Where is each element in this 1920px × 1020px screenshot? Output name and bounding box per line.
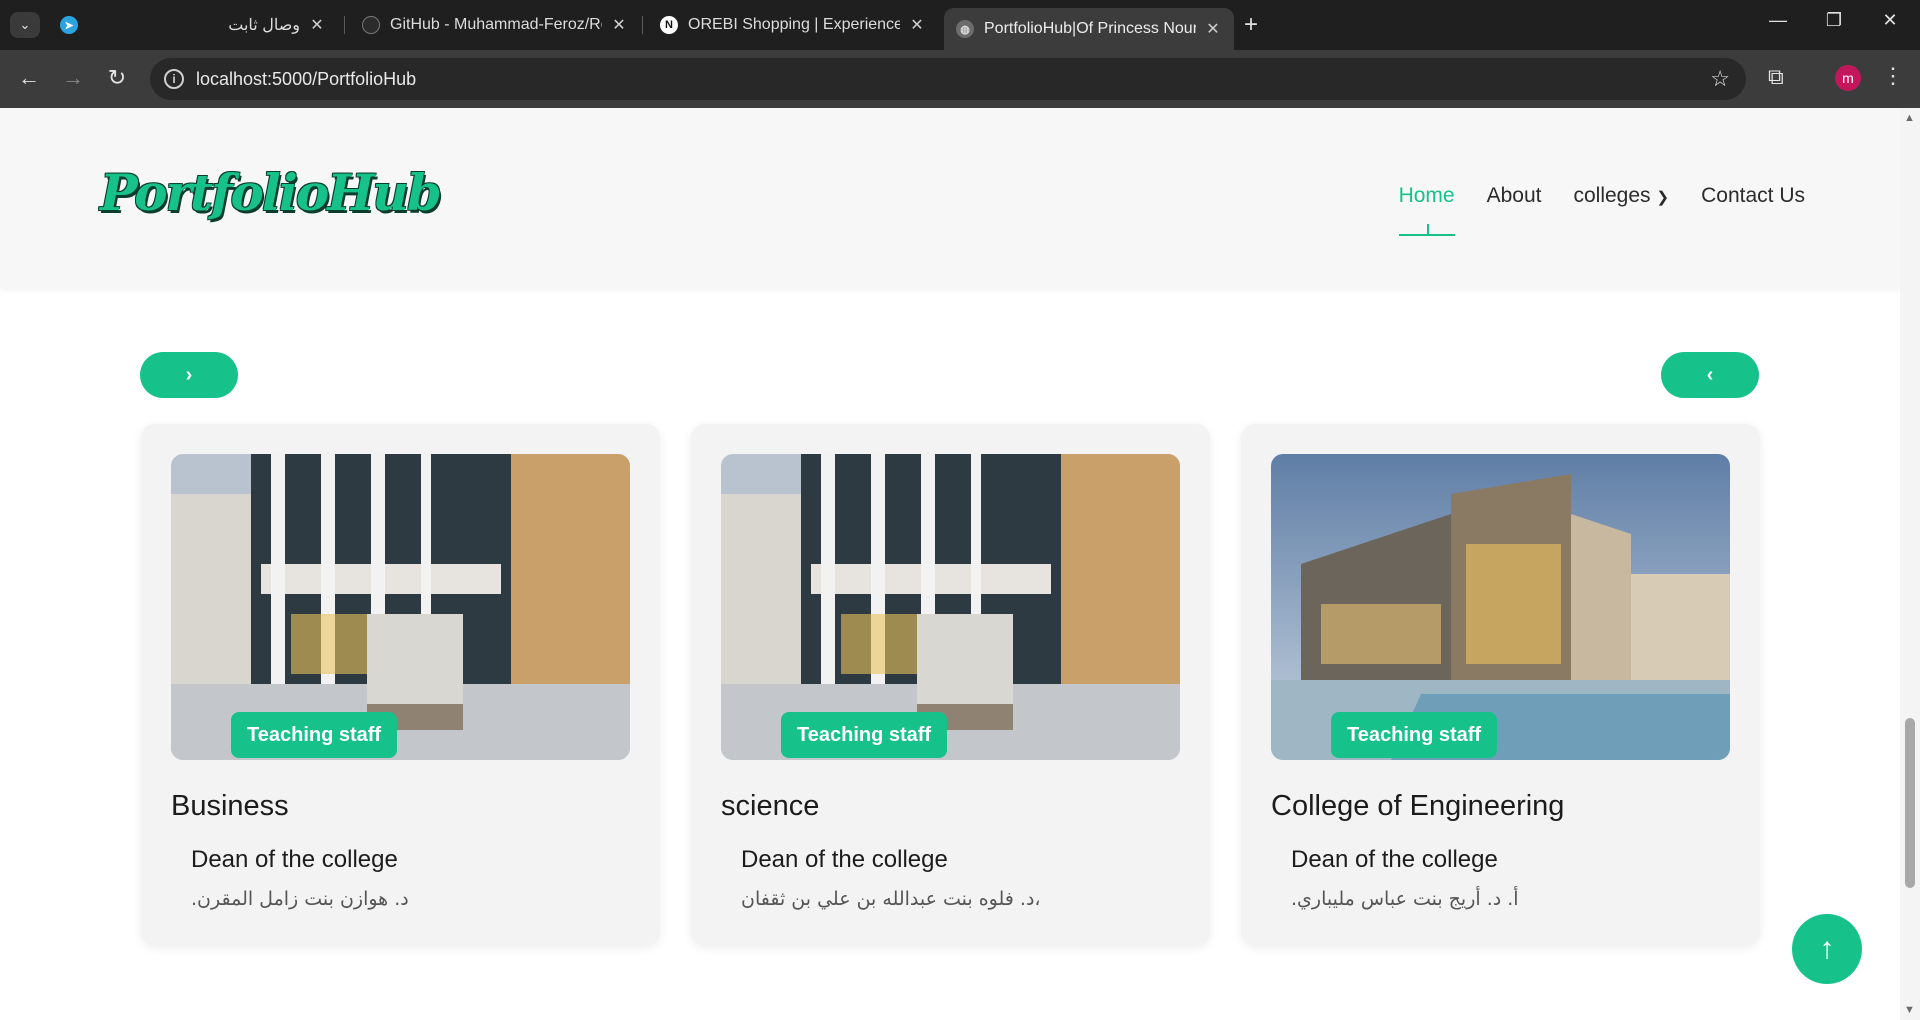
dean-name: .د. هوازن بنت زامل المقرن	[191, 888, 409, 910]
slider-prev-button[interactable]: ‹	[1661, 352, 1759, 398]
tab-orebi[interactable]: N OREBI Shopping | Experience th ✕	[648, 8, 938, 42]
tab-separator	[344, 16, 345, 34]
college-card[interactable]: Teaching staff College of Engineering De…	[1241, 424, 1760, 946]
nav-home[interactable]: Home	[1398, 184, 1455, 236]
main-nav: Home About colleges ❯ Contact Us	[1398, 184, 1805, 236]
site-logo[interactable]: PortfolioHub	[100, 163, 442, 222]
page-viewport: PortfolioHub Home About colleges ❯ Contac…	[0, 108, 1920, 1020]
college-building-image: Teaching staff	[1271, 454, 1730, 760]
teaching-staff-badge[interactable]: Teaching staff	[231, 712, 398, 758]
college-building-image: Teaching staff	[171, 454, 630, 760]
nav-contact[interactable]: Contact Us	[1701, 184, 1805, 208]
dean-label: Dean of the college	[1291, 846, 1498, 873]
chevron-down-icon: ❯	[1656, 189, 1670, 206]
page-scrollbar[interactable]: ▲ ▼	[1900, 108, 1920, 1020]
more-menu-icon[interactable]: ⋮	[1882, 63, 1904, 89]
tab-search-button[interactable]: ⌄	[10, 12, 40, 38]
profile-avatar[interactable]: m	[1835, 65, 1861, 91]
active-indicator-underline	[1398, 234, 1455, 236]
close-icon[interactable]: ✕	[908, 15, 926, 35]
dean-label: Dean of the college	[191, 846, 398, 873]
close-window-icon[interactable]: ✕	[1870, 10, 1910, 31]
site-header: PortfolioHub Home About colleges ❯ Contac…	[0, 108, 1900, 288]
scrollbar-thumb[interactable]	[1905, 718, 1915, 888]
scroll-up-arrow-icon[interactable]: ▲	[1904, 112, 1915, 124]
tab-telegram[interactable]: ➤ وصال ثابت ✕	[48, 8, 338, 42]
nav-about[interactable]: About	[1487, 184, 1542, 208]
close-icon[interactable]: ✕	[610, 15, 628, 35]
forward-arrow-icon[interactable]: →	[58, 65, 88, 91]
chevron-down-icon: ⌄	[19, 17, 31, 32]
college-building-image: Teaching staff	[721, 454, 1180, 760]
nav-home-label: Home	[1398, 184, 1455, 207]
n-logo-icon: N	[660, 16, 678, 34]
close-icon[interactable]: ✕	[308, 15, 326, 35]
scroll-to-top-button[interactable]: ↑	[1792, 914, 1862, 984]
college-title: science	[721, 790, 820, 822]
dean-name: د. فلوه بنت عبدالله بن علي بن ثقفان،	[741, 888, 1041, 910]
telegram-icon: ➤	[60, 16, 78, 34]
teaching-staff-badge[interactable]: Teaching staff	[781, 712, 948, 758]
slider-next-button[interactable]: ›	[140, 352, 238, 398]
nav-colleges-dropdown[interactable]: colleges ❯	[1573, 184, 1669, 208]
new-tab-button[interactable]: +	[1244, 12, 1258, 38]
browser-tabstrip: ⌄ ➤ وصال ثابت ✕ GitHub - Muhammad-Feroz/…	[0, 0, 1920, 50]
chevron-right-icon: ›	[185, 363, 193, 386]
tab-separator	[642, 16, 643, 34]
address-bar[interactable]: i localhost:5000/PortfolioHub ☆	[150, 58, 1746, 100]
dean-name: .أ. د. أريج بنت عباس مليباري	[1291, 888, 1519, 910]
teaching-staff-badge[interactable]: Teaching staff	[1331, 712, 1498, 758]
restore-icon[interactable]: ❐	[1814, 10, 1854, 31]
college-card[interactable]: Teaching staff Business Dean of the coll…	[141, 424, 660, 946]
site-info-icon[interactable]: i	[164, 69, 184, 89]
college-card[interactable]: Teaching staff science Dean of the colle…	[691, 424, 1210, 946]
globe-icon: ◍	[956, 20, 974, 38]
reload-icon[interactable]: ↻	[102, 65, 132, 91]
bookmark-star-icon[interactable]: ☆	[1710, 66, 1730, 92]
chevron-left-icon: ‹	[1706, 363, 1714, 386]
arrow-up-icon: ↑	[1819, 932, 1835, 965]
tab-github[interactable]: GitHub - Muhammad-Feroz/Re ✕	[350, 8, 640, 42]
extensions-icon[interactable]: ⧉	[1768, 64, 1784, 90]
scroll-down-arrow-icon[interactable]: ▼	[1904, 1004, 1915, 1016]
college-title: College of Engineering	[1271, 790, 1565, 822]
close-icon[interactable]: ✕	[1204, 19, 1222, 39]
url-text[interactable]: localhost:5000/PortfolioHub	[196, 69, 416, 90]
github-icon	[362, 16, 380, 34]
minimize-icon[interactable]: —	[1758, 10, 1798, 31]
tab-portfoliohub[interactable]: ◍ PortfolioHub|Of Princess Noura ✕	[944, 8, 1234, 50]
dean-label: Dean of the college	[741, 846, 948, 873]
nav-colleges-label: colleges	[1573, 184, 1651, 207]
college-title: Business	[171, 790, 289, 822]
browser-toolbar: ← → ↻ i localhost:5000/PortfolioHub ☆ ⧉ …	[0, 50, 1920, 108]
back-arrow-icon[interactable]: ←	[14, 65, 44, 91]
